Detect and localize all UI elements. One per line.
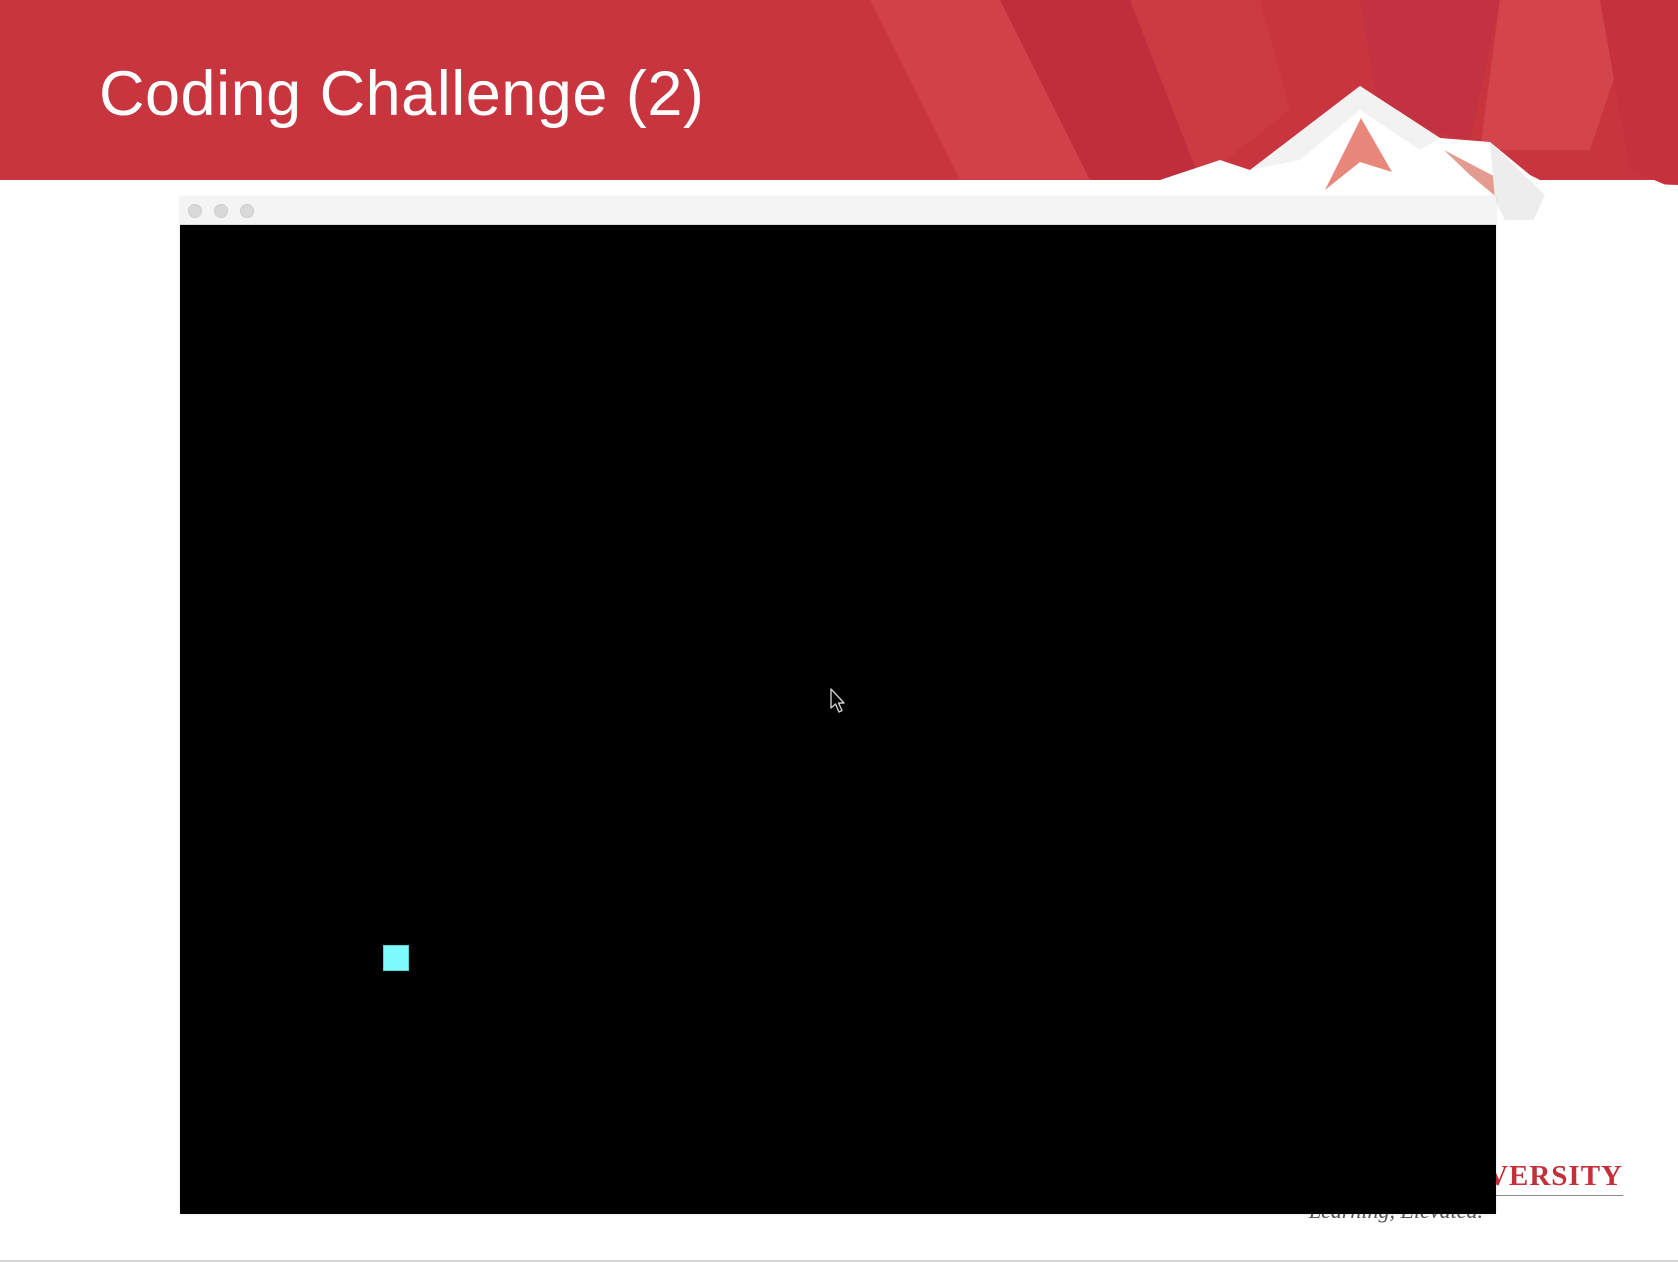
slide-header-banner: Coding Challenge (2) [0,0,1678,220]
game-window [180,197,1496,1214]
game-canvas[interactable] [180,225,1496,1214]
player-square [383,945,409,971]
close-window-icon[interactable] [188,204,202,218]
brand-name: IVERSITY [1474,1160,1623,1196]
slide-title: Coding Challenge (2) [99,59,705,129]
window-titlebar[interactable] [180,197,1496,225]
slide: Coding Challenge (2) IVERSITY Learning, … [0,0,1678,1262]
minimize-window-icon[interactable] [214,204,228,218]
maximize-window-icon[interactable] [240,204,254,218]
mouse-cursor-icon [830,688,845,713]
